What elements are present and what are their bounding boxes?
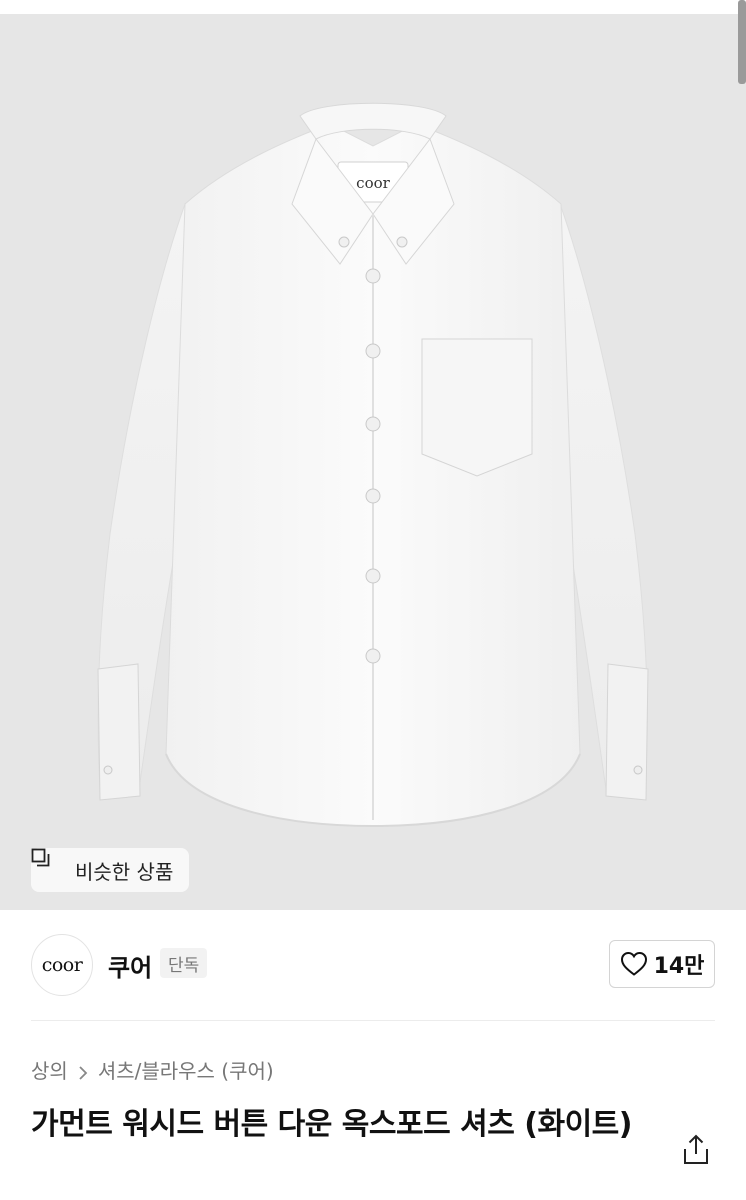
brand-logo[interactable]: coor bbox=[31, 934, 93, 996]
exclusive-badge: 단독 bbox=[160, 948, 208, 978]
breadcrumb-category[interactable]: 상의 bbox=[31, 1055, 68, 1084]
breadcrumb-subcategory[interactable]: 셔츠/블라우스 (쿠어) bbox=[98, 1055, 274, 1084]
breadcrumb: 상의 셔츠/블라우스 (쿠어) bbox=[31, 1055, 274, 1084]
status-bar bbox=[0, 0, 746, 14]
heart-outline-icon bbox=[620, 951, 648, 977]
shirt-illustration: coor bbox=[97, 102, 649, 828]
brand-logo-text: coor bbox=[41, 954, 83, 976]
scrollbar[interactable] bbox=[738, 0, 746, 84]
product-image[interactable]: coor 비슷한 상품 bbox=[0, 14, 746, 910]
brand-name[interactable]: 쿠어 bbox=[108, 948, 152, 983]
product-title: 가먼트 워시드 버튼 다운 옥스포드 셔츠 (화이트) bbox=[31, 1107, 633, 1142]
collar-label-text: coor bbox=[356, 174, 390, 192]
like-button[interactable]: 14만 bbox=[609, 940, 715, 988]
like-count: 14만 bbox=[653, 954, 705, 979]
chevron-right-icon bbox=[76, 1062, 90, 1080]
brand-row: coor 쿠어 단독 14만 bbox=[0, 930, 746, 1002]
similar-products-button[interactable]: 비슷한 상품 bbox=[31, 848, 190, 892]
share-icon bbox=[680, 1134, 712, 1171]
divider bbox=[31, 1020, 715, 1021]
similar-products-icon bbox=[31, 848, 65, 880]
share-button[interactable] bbox=[680, 1133, 712, 1167]
similar-products-label: 비슷한 상품 bbox=[75, 859, 174, 884]
